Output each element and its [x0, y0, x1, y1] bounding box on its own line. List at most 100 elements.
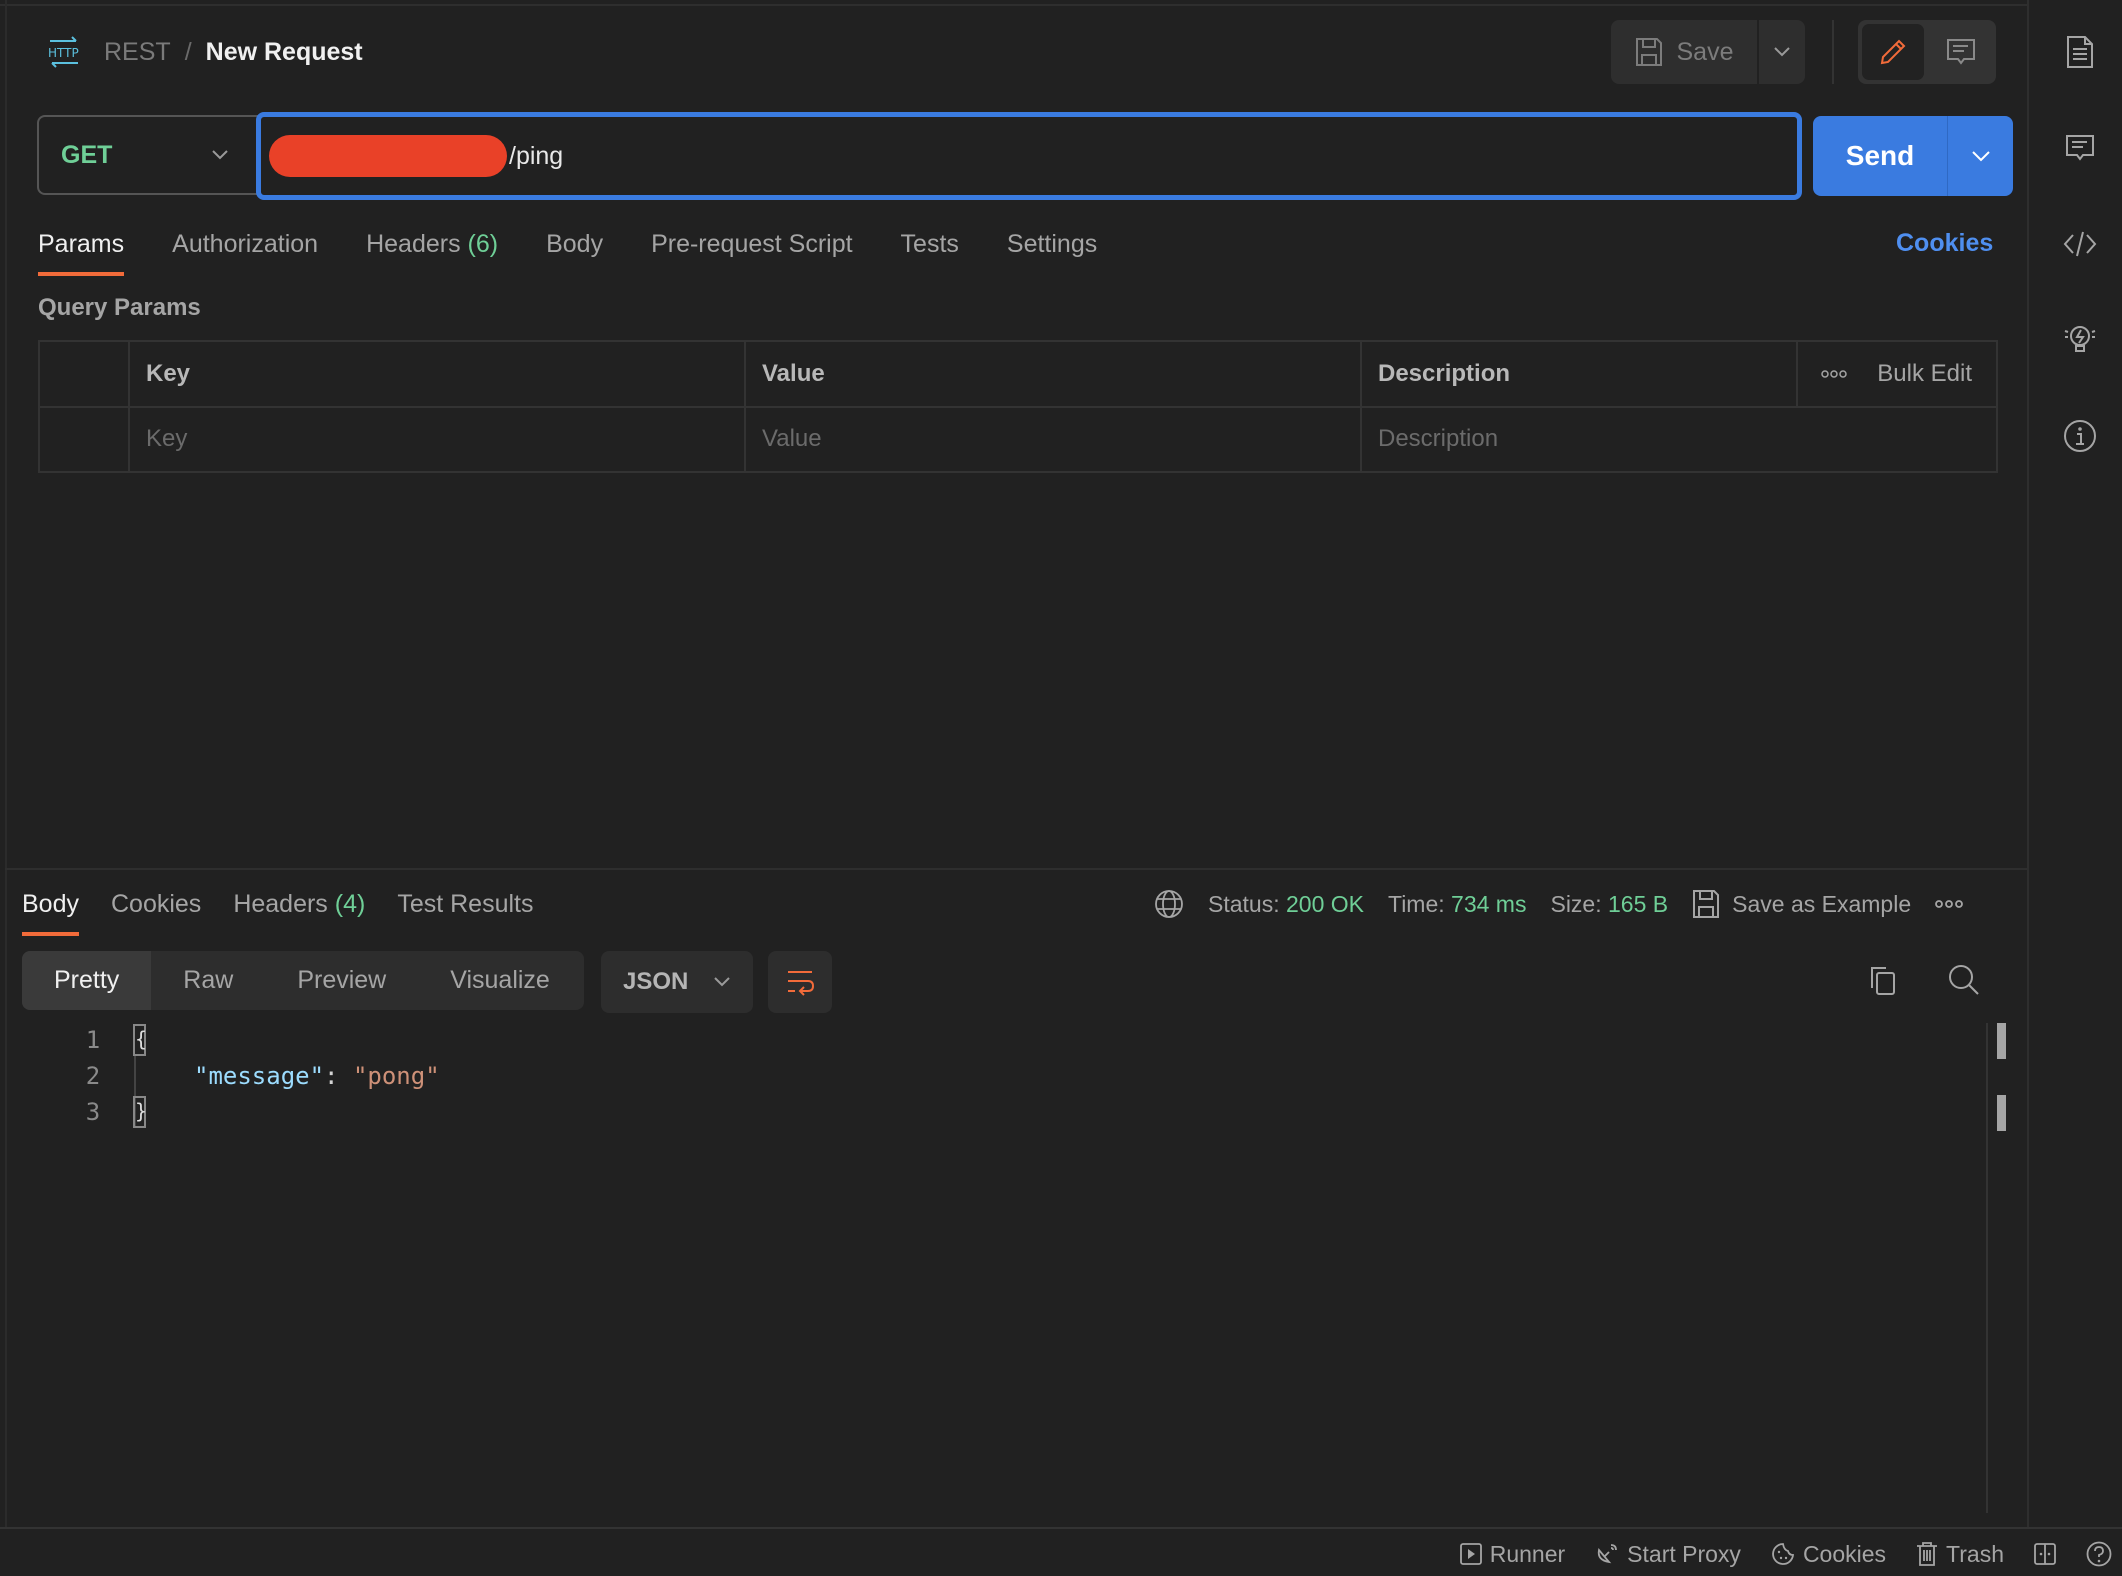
- format-raw[interactable]: Raw: [151, 951, 265, 1010]
- copy-icon[interactable]: [1868, 964, 1900, 996]
- response-pane-divider[interactable]: [5, 868, 2028, 870]
- mode-toggle: [1858, 20, 1996, 84]
- method-select[interactable]: GET: [37, 115, 259, 195]
- tab-pre-request-script[interactable]: Pre-request Script: [651, 226, 852, 276]
- info-icon[interactable]: [2060, 416, 2100, 456]
- response-tab-cookies[interactable]: Cookies: [111, 886, 201, 936]
- search-icon[interactable]: [1948, 964, 1980, 996]
- globe-icon[interactable]: [1154, 889, 1184, 919]
- comment-mode-button[interactable]: [1930, 24, 1992, 80]
- lightbulb-icon[interactable]: [2060, 320, 2100, 360]
- two-pane-view-icon[interactable]: [2034, 1543, 2056, 1565]
- scrollbar-marker: [1997, 1095, 2006, 1131]
- play-icon: [1459, 1543, 1482, 1565]
- line-number: 2: [85, 1062, 101, 1090]
- tab-params[interactable]: Params: [38, 226, 125, 276]
- help-icon[interactable]: [2086, 1541, 2112, 1567]
- toolbar-divider: [1832, 20, 1834, 84]
- format-preview[interactable]: Preview: [265, 951, 418, 1010]
- send-button-group: Send: [1813, 116, 2013, 196]
- start-proxy-button[interactable]: Start Proxy: [1595, 1541, 1741, 1568]
- line-number: 1: [85, 1026, 101, 1054]
- brace-close: }: [133, 1096, 147, 1128]
- scrollbar-thumb[interactable]: [1997, 1023, 2006, 1059]
- response-headers-count: (4): [334, 890, 366, 918]
- response-time[interactable]: Time: 734 ms: [1388, 891, 1526, 918]
- format-pretty[interactable]: Pretty: [22, 951, 152, 1010]
- satellite-dish-icon: [1595, 1542, 1619, 1566]
- headers-count: (6): [467, 230, 499, 258]
- table-header-row: Key Value Description Bulk Edit: [40, 342, 1996, 408]
- table-row: Key Value Description: [40, 407, 1996, 471]
- more-options-icon[interactable]: [1935, 899, 1964, 909]
- cookies-button[interactable]: Cookies: [1771, 1541, 1886, 1568]
- tab-authorization[interactable]: Authorization: [172, 226, 318, 276]
- cookies-link[interactable]: Cookies: [1896, 229, 1993, 258]
- save-group: Save: [1611, 20, 1805, 84]
- chevron-down-icon: [1773, 46, 1791, 58]
- tab-headers[interactable]: Headers (6): [366, 226, 498, 276]
- comments-icon[interactable]: [2060, 128, 2100, 168]
- floppy-disk-icon: [1692, 889, 1720, 919]
- save-as-example-button[interactable]: Save as Example: [1692, 889, 1911, 919]
- edit-mode-button[interactable]: [1862, 24, 1924, 80]
- save-label: Save: [1676, 37, 1734, 66]
- url-path: /ping: [509, 141, 564, 170]
- url-redaction: [269, 135, 507, 177]
- request-title[interactable]: New Request: [206, 38, 363, 67]
- more-options-icon[interactable]: [1821, 370, 1848, 378]
- description-input[interactable]: Description: [1362, 407, 1996, 471]
- language-select[interactable]: JSON: [601, 951, 753, 1013]
- wrap-lines-button[interactable]: [768, 951, 832, 1013]
- save-dropdown-button[interactable]: [1759, 20, 1805, 84]
- status-bar-items: Runner Start Proxy Cookies Trash: [1459, 1534, 2122, 1574]
- bulk-edit-button[interactable]: Bulk Edit: [1877, 360, 1972, 388]
- brace-open: {: [133, 1024, 147, 1056]
- response-size[interactable]: Size: 165 B: [1550, 891, 1668, 918]
- value-input[interactable]: Value: [746, 407, 1362, 471]
- value-column-header: Value: [746, 342, 1362, 406]
- response-tab-test-results[interactable]: Test Results: [397, 886, 533, 936]
- response-meta: Status: 200 OK Time: 734 ms Size: 165 B …: [1154, 886, 1964, 922]
- request-tabs: Params Authorization Headers (6) Body Pr…: [38, 226, 1097, 276]
- send-button[interactable]: Send: [1813, 116, 1948, 196]
- breadcrumb: HTTP REST / New Request: [46, 34, 363, 70]
- key-column-header: Key: [130, 342, 746, 406]
- code-snippet-icon[interactable]: [2060, 224, 2100, 264]
- response-tabs: Body Cookies Headers (4) Test Results: [22, 886, 534, 936]
- table-actions: Bulk Edit: [1798, 342, 1996, 406]
- checkbox-column-header: [40, 342, 130, 406]
- row-checkbox-cell: [40, 407, 130, 471]
- query-params-title: Query Params: [38, 294, 201, 321]
- chevron-down-icon: [211, 149, 229, 161]
- window-top-border: [0, 0, 2028, 6]
- breadcrumb-root[interactable]: REST: [104, 38, 171, 67]
- tab-tests[interactable]: Tests: [901, 226, 959, 276]
- runner-button[interactable]: Runner: [1459, 1541, 1565, 1568]
- tab-body[interactable]: Body: [546, 226, 603, 276]
- code-line: "message": "pong": [194, 1062, 440, 1090]
- documentation-icon[interactable]: [2060, 32, 2100, 72]
- url-input[interactable]: /ping: [256, 112, 1802, 200]
- tab-settings[interactable]: Settings: [1007, 226, 1097, 276]
- breadcrumb-separator: /: [184, 37, 192, 66]
- response-tab-headers[interactable]: Headers (4): [233, 886, 365, 936]
- right-sidebar-border: [2027, 0, 2029, 1527]
- pencil-icon: [1878, 37, 1908, 67]
- trash-icon: [1916, 1541, 1938, 1567]
- svg-text:HTTP: HTTP: [48, 46, 79, 60]
- trash-button[interactable]: Trash: [1916, 1541, 2004, 1568]
- cookie-icon: [1771, 1542, 1795, 1566]
- method-label: GET: [61, 140, 113, 169]
- line-number: 3: [85, 1098, 101, 1126]
- send-dropdown-button[interactable]: [1948, 116, 2013, 196]
- format-visualize[interactable]: Visualize: [418, 951, 582, 1010]
- floppy-disk-icon: [1635, 37, 1663, 67]
- response-tab-body[interactable]: Body: [22, 886, 79, 936]
- save-button[interactable]: Save: [1611, 20, 1757, 84]
- http-icon: HTTP: [46, 34, 82, 70]
- key-input[interactable]: Key: [130, 407, 746, 471]
- query-params-table: Key Value Description Bulk Edit Key Valu…: [38, 340, 1998, 473]
- response-status[interactable]: Status: 200 OK: [1208, 891, 1364, 918]
- chevron-down-icon: [713, 976, 731, 988]
